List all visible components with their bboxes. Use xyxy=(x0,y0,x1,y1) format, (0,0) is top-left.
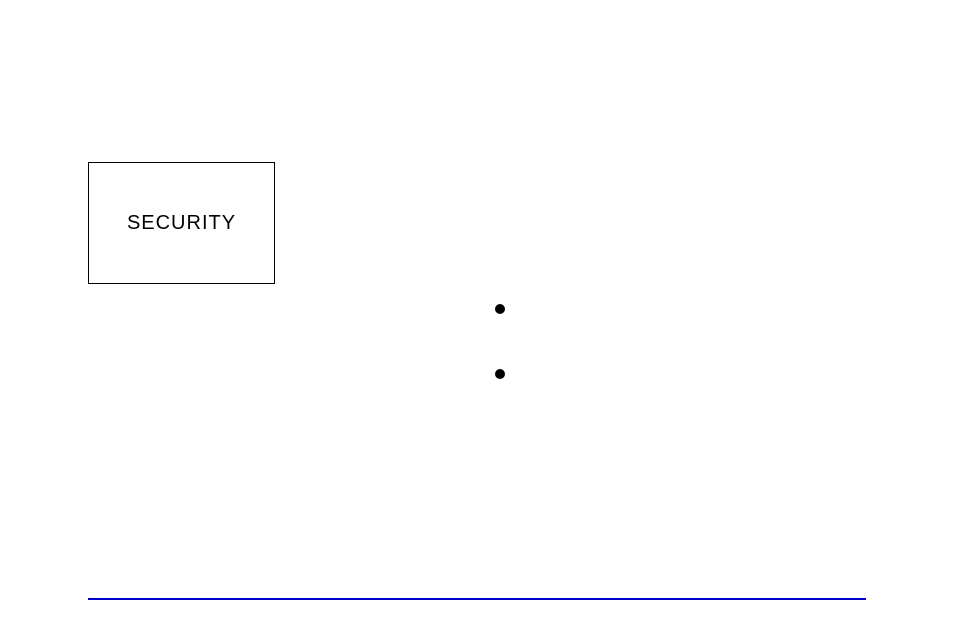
security-box: SECURITY xyxy=(88,162,275,284)
security-box-label: SECURITY xyxy=(127,212,236,235)
footer-divider xyxy=(88,598,866,600)
bullet-dot xyxy=(495,304,505,314)
bullet-list xyxy=(495,304,505,434)
bullet-dot xyxy=(495,369,505,379)
